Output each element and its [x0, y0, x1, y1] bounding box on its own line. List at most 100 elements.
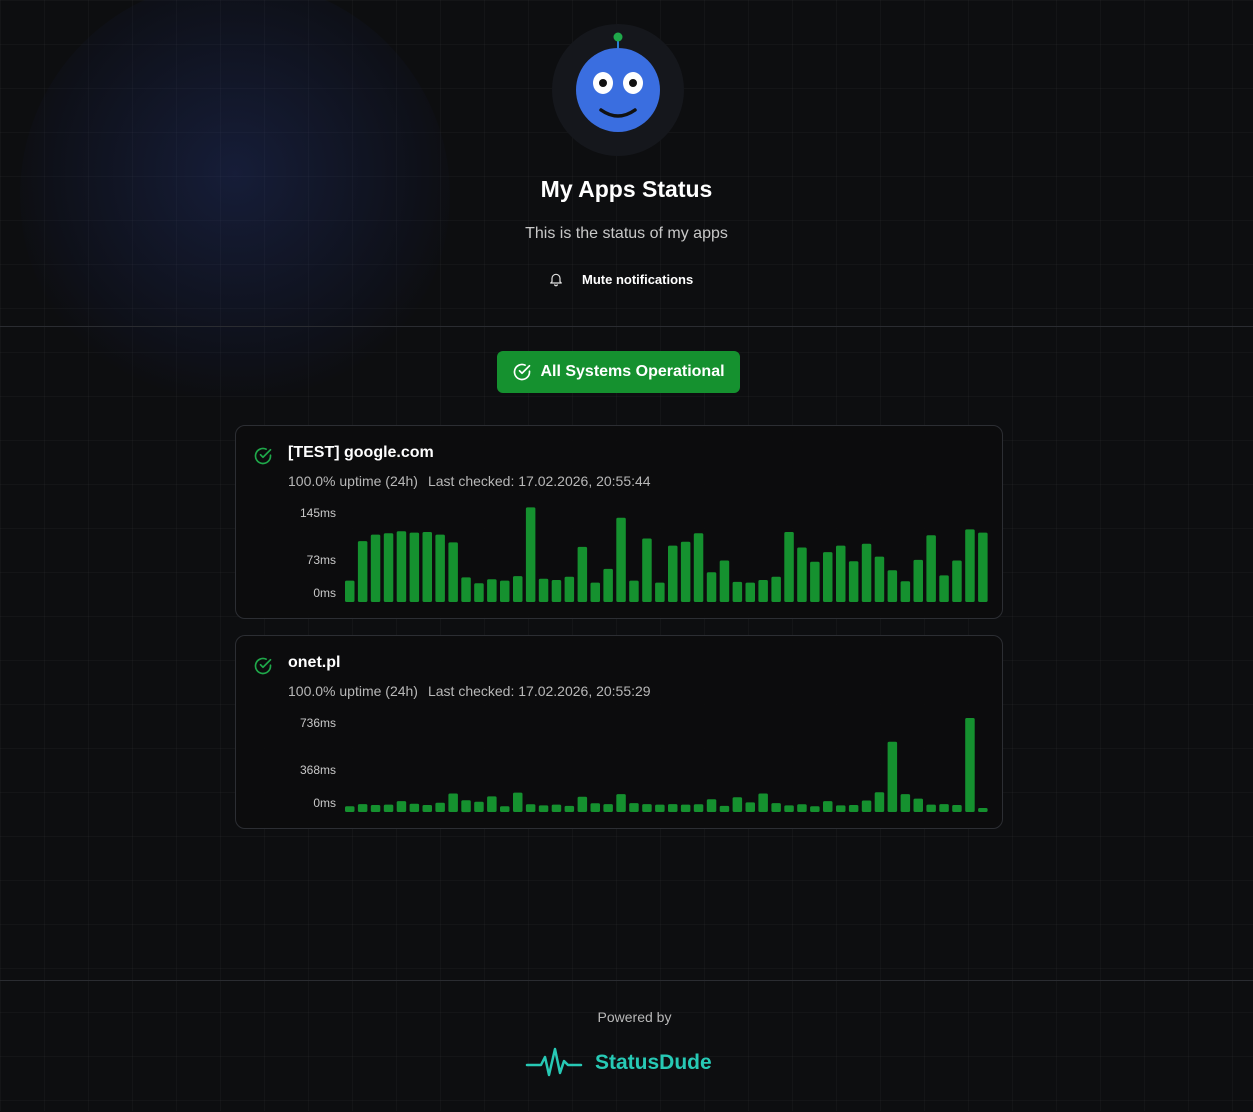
- response-time-bar[interactable]: [797, 804, 807, 812]
- response-time-bar[interactable]: [525, 804, 536, 812]
- response-time-bar[interactable]: [487, 579, 497, 602]
- response-time-bar[interactable]: [629, 580, 639, 602]
- response-time-bar[interactable]: [500, 806, 510, 812]
- response-time-bar[interactable]: [823, 801, 833, 812]
- response-time-bar[interactable]: [577, 546, 588, 602]
- response-time-bar[interactable]: [680, 804, 691, 812]
- response-time-bar[interactable]: [771, 576, 781, 602]
- response-time-bar[interactable]: [732, 797, 743, 812]
- response-time-bar[interactable]: [861, 543, 872, 602]
- response-time-bar[interactable]: [551, 804, 562, 812]
- response-time-bar[interactable]: [900, 581, 911, 602]
- response-time-bar[interactable]: [680, 541, 691, 602]
- response-time-bar[interactable]: [345, 580, 355, 602]
- response-time-bar[interactable]: [642, 804, 652, 812]
- response-time-bar[interactable]: [900, 794, 911, 812]
- response-time-bar[interactable]: [874, 556, 885, 602]
- response-time-bar[interactable]: [797, 547, 807, 603]
- response-time-bar[interactable]: [706, 572, 717, 602]
- response-time-bar[interactable]: [952, 560, 962, 603]
- response-time-bar[interactable]: [345, 806, 355, 812]
- response-time-bar[interactable]: [732, 581, 743, 602]
- response-time-bar[interactable]: [719, 805, 730, 812]
- response-time-bar[interactable]: [758, 793, 768, 813]
- response-time-bar[interactable]: [706, 799, 717, 812]
- response-time-bar[interactable]: [500, 580, 510, 602]
- response-time-bar[interactable]: [383, 533, 394, 602]
- response-time-bar[interactable]: [810, 561, 820, 602]
- response-time-bar[interactable]: [926, 804, 936, 812]
- response-time-bar[interactable]: [965, 718, 975, 812]
- response-time-bar[interactable]: [848, 805, 859, 812]
- response-time-bar[interactable]: [603, 804, 613, 812]
- response-time-bar[interactable]: [848, 561, 859, 602]
- response-time-bar[interactable]: [513, 792, 523, 812]
- response-time-bar[interactable]: [422, 805, 433, 812]
- response-time-bar[interactable]: [357, 541, 368, 602]
- response-time-bar[interactable]: [784, 805, 794, 812]
- response-time-bar[interactable]: [577, 796, 588, 812]
- response-time-bar[interactable]: [784, 532, 794, 602]
- mute-notifications-button[interactable]: Mute notifications: [548, 268, 693, 290]
- response-time-bar[interactable]: [719, 560, 730, 603]
- monitor-card-onet[interactable]: onet.pl 100.0% uptime (24h) Last checked:…: [235, 635, 1003, 829]
- response-time-bar[interactable]: [590, 803, 601, 812]
- response-time-bar[interactable]: [836, 545, 846, 602]
- response-time-bar[interactable]: [874, 792, 885, 812]
- response-time-bar[interactable]: [978, 808, 988, 812]
- response-time-bar[interactable]: [370, 534, 381, 602]
- response-time-bar[interactable]: [887, 570, 898, 602]
- response-time-bar[interactable]: [435, 802, 445, 812]
- response-time-bar[interactable]: [823, 552, 833, 602]
- response-time-bar[interactable]: [603, 568, 613, 602]
- response-time-bar[interactable]: [448, 793, 458, 813]
- response-time-bar[interactable]: [745, 582, 756, 602]
- response-time-bar[interactable]: [693, 533, 704, 602]
- response-time-bar[interactable]: [396, 801, 407, 812]
- response-time-bar[interactable]: [939, 804, 949, 812]
- response-time-bar[interactable]: [913, 559, 924, 602]
- response-time-bar[interactable]: [616, 794, 626, 812]
- response-time-bar[interactable]: [422, 532, 433, 602]
- response-time-bar[interactable]: [461, 577, 471, 602]
- response-time-bar[interactable]: [383, 804, 394, 812]
- response-time-bar[interactable]: [939, 575, 949, 602]
- response-time-bar[interactable]: [913, 798, 924, 812]
- response-time-bar[interactable]: [538, 578, 549, 602]
- response-time-bar[interactable]: [474, 801, 484, 812]
- response-time-bar[interactable]: [474, 583, 484, 602]
- response-time-bar[interactable]: [461, 800, 471, 813]
- response-time-bar[interactable]: [810, 806, 820, 812]
- response-time-bar[interactable]: [525, 507, 536, 602]
- response-time-bar[interactable]: [409, 532, 420, 602]
- monitor-card-google[interactable]: [TEST] google.com 100.0% uptime (24h) Las…: [235, 425, 1003, 619]
- response-time-bar[interactable]: [836, 805, 846, 812]
- response-time-bar[interactable]: [564, 805, 575, 812]
- statusdude-link[interactable]: StatusDude: [525, 1043, 712, 1083]
- response-time-bar[interactable]: [396, 531, 407, 602]
- response-time-bar[interactable]: [655, 804, 665, 812]
- response-time-bar[interactable]: [965, 529, 975, 602]
- response-time-bar[interactable]: [370, 805, 381, 812]
- response-time-bar[interactable]: [758, 580, 768, 602]
- response-time-bar[interactable]: [409, 803, 420, 812]
- response-time-bar[interactable]: [668, 545, 678, 602]
- response-time-bar[interactable]: [435, 534, 445, 602]
- response-time-bar[interactable]: [551, 580, 562, 602]
- response-time-bar[interactable]: [564, 576, 575, 602]
- response-time-bar[interactable]: [629, 803, 639, 812]
- response-time-bar[interactable]: [693, 804, 704, 812]
- response-time-bar[interactable]: [513, 576, 523, 602]
- response-time-bar[interactable]: [952, 805, 962, 812]
- response-time-bar[interactable]: [655, 582, 665, 602]
- response-time-bar[interactable]: [978, 532, 988, 602]
- response-time-bar[interactable]: [926, 535, 936, 602]
- response-time-bar[interactable]: [487, 796, 497, 812]
- response-time-bar[interactable]: [887, 741, 898, 812]
- response-time-bar[interactable]: [538, 805, 549, 812]
- response-time-bar[interactable]: [771, 803, 781, 812]
- response-time-bar[interactable]: [357, 804, 368, 812]
- response-time-bar[interactable]: [616, 517, 626, 602]
- response-time-bar[interactable]: [448, 542, 458, 602]
- response-time-bar[interactable]: [642, 538, 652, 603]
